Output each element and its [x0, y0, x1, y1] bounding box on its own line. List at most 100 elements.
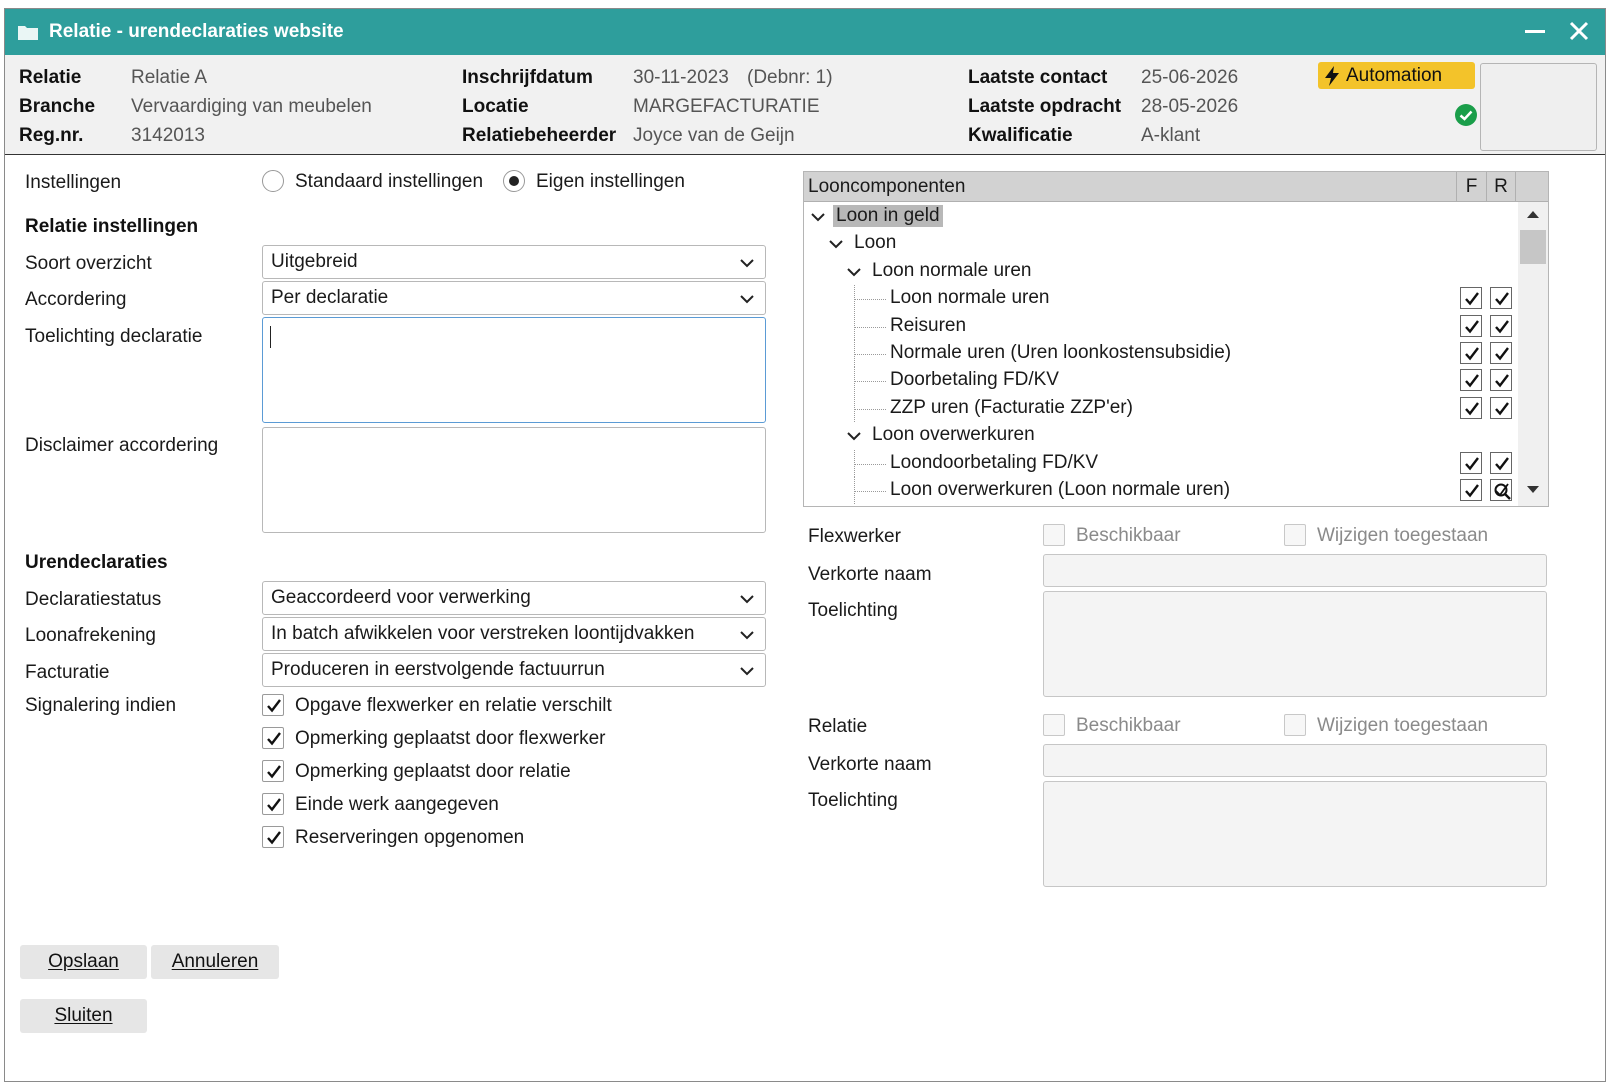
- tree-connector: [854, 381, 886, 382]
- loonafrekening-label: Loonafrekening: [25, 625, 156, 646]
- checkmark-icon: [1465, 292, 1479, 306]
- tree-connector: [854, 464, 886, 465]
- tree-r-checkbox[interactable]: [1490, 287, 1512, 309]
- tree-r-checkbox[interactable]: [1490, 315, 1512, 337]
- tree-row[interactable]: Loon overwerkuren (Loon normale uren): [804, 477, 1516, 504]
- scroll-up-icon[interactable]: [1525, 208, 1541, 220]
- signalering-checkbox[interactable]: [262, 760, 284, 782]
- chevron-down-icon[interactable]: [846, 264, 862, 280]
- search-check-icon: [1494, 483, 1511, 500]
- signalering-checkbox[interactable]: [262, 793, 284, 815]
- tree-r-checkbox[interactable]: [1490, 369, 1512, 391]
- tree-f-checkbox[interactable]: [1460, 342, 1482, 364]
- close-window-button[interactable]: [1565, 17, 1593, 45]
- tree-scrollbar[interactable]: [1518, 202, 1548, 506]
- soort-overzicht-select[interactable]: Uitgebreid: [262, 245, 766, 279]
- branche-value: Vervaardiging van meubelen: [131, 96, 372, 117]
- scroll-down-icon[interactable]: [1525, 484, 1541, 496]
- standaard-instellingen-label: Standaard instellingen: [295, 171, 484, 192]
- tree-column-f[interactable]: F: [1456, 172, 1486, 202]
- relatie-verkorte-naam-input[interactable]: [1043, 744, 1547, 777]
- checkmark-icon: [267, 831, 281, 845]
- signalering-checkbox[interactable]: [262, 694, 284, 716]
- tree-f-checkbox[interactable]: [1460, 287, 1482, 309]
- tree-connector: [854, 313, 855, 340]
- relatiebeheerder-label: Relatiebeheerder: [462, 125, 617, 146]
- cancel-button[interactable]: Annuleren: [151, 945, 279, 979]
- tree-r-checkbox[interactable]: [1490, 479, 1512, 501]
- signalering-checkbox[interactable]: [262, 826, 284, 848]
- flexwerker-toelichting-textarea[interactable]: [1043, 591, 1547, 697]
- tree-row-label: Loon: [854, 232, 897, 253]
- tree-r-checkbox[interactable]: [1490, 342, 1512, 364]
- tree-r-checkbox[interactable]: [1490, 452, 1512, 474]
- disclaimer-accordering-textarea[interactable]: [262, 427, 766, 533]
- relatie-label: Relatie: [19, 67, 82, 88]
- tree-row[interactable]: Loon normale uren: [804, 285, 1516, 312]
- relatiebeheerder-value: Joyce van de Geijn: [633, 125, 795, 146]
- declaratiestatus-select[interactable]: Geaccordeerd voor verwerking: [262, 581, 766, 615]
- tree-connector: [854, 450, 855, 477]
- minimize-button[interactable]: [1521, 19, 1549, 43]
- tree-connector: [854, 491, 886, 492]
- chevron-down-icon[interactable]: [810, 209, 826, 225]
- tree-r-checkbox[interactable]: [1490, 397, 1512, 419]
- title-bar[interactable]: Relatie - urendeclaraties website: [5, 9, 1605, 55]
- accordering-select[interactable]: Per declaratie: [262, 281, 766, 315]
- tree-f-checkbox[interactable]: [1460, 479, 1482, 501]
- tree-row[interactable]: Doorbetaling FD/KV: [804, 367, 1516, 394]
- tree-f-checkbox[interactable]: [1460, 452, 1482, 474]
- radio-standaard-instellingen[interactable]: [262, 170, 284, 192]
- tree-row[interactable]: Loondoorbetaling FD/KV: [804, 450, 1516, 477]
- tree-f-checkbox[interactable]: [1460, 369, 1482, 391]
- toelichting-declaratie-textarea[interactable]: [262, 317, 766, 423]
- facturatie-value: Produceren in eerstvolgende factuurrun: [271, 659, 605, 680]
- relatie-wijzigen-checkbox[interactable]: [1284, 714, 1306, 736]
- scroll-thumb[interactable]: [1520, 230, 1546, 264]
- laatste-opdracht-label: Laatste opdracht: [968, 96, 1122, 117]
- automation-badge[interactable]: Automation: [1318, 62, 1475, 89]
- declaratiestatus-label: Declaratiestatus: [25, 589, 162, 610]
- relatie-verkorte-naam-label: Verkorte naam: [808, 754, 932, 775]
- signalering-label-item: Opmerking geplaatst door flexwerker: [295, 728, 606, 749]
- tree-column-r[interactable]: R: [1486, 172, 1516, 202]
- chevron-down-icon: [740, 259, 754, 268]
- tree-row[interactable]: Normale uren (Uren loonkostensubsidie): [804, 340, 1516, 367]
- tree-row[interactable]: Loon normale uren: [804, 258, 1516, 285]
- tree-f-checkbox[interactable]: [1460, 397, 1482, 419]
- tree-row[interactable]: Reisuren: [804, 313, 1516, 340]
- checkmark-icon: [267, 765, 281, 779]
- soort-overzicht-label: Soort overzicht: [25, 253, 152, 274]
- tree-row[interactable]: Loon: [804, 230, 1516, 257]
- tree-row[interactable]: ZZP uren (Facturatie ZZP'er): [804, 395, 1516, 422]
- loonafrekening-select[interactable]: In batch afwikkelen voor verstreken loon…: [262, 617, 766, 651]
- facturatie-select[interactable]: Produceren in eerstvolgende factuurrun: [262, 653, 766, 687]
- looncomponenten-tree[interactable]: Looncomponenten F R Loon in geld Loon Loon…: [803, 171, 1549, 507]
- chevron-down-icon[interactable]: [846, 428, 862, 444]
- check-circle-icon: [1454, 103, 1478, 127]
- flexwerker-verkorte-naam-input[interactable]: [1043, 554, 1547, 587]
- tree-connector: [854, 327, 886, 328]
- declaratiestatus-value: Geaccordeerd voor verwerking: [271, 587, 531, 608]
- tree-f-checkbox[interactable]: [1460, 315, 1482, 337]
- flexwerker-wijzigen-checkbox[interactable]: [1284, 524, 1306, 546]
- relation-photo[interactable]: [1480, 63, 1597, 151]
- radio-eigen-instellingen[interactable]: [503, 170, 525, 192]
- window-title: Relatie - urendeclaraties website: [49, 21, 344, 42]
- close-button[interactable]: Sluiten: [20, 999, 147, 1033]
- tree-row-label: Loon normale uren: [890, 287, 1050, 308]
- signalering-label-item: Einde werk aangegeven: [295, 794, 499, 815]
- tree-row[interactable]: Loon overwerkuren: [804, 422, 1516, 449]
- checkmark-icon: [1495, 402, 1509, 416]
- checkmark-icon: [1465, 484, 1479, 498]
- flexwerker-beschikbaar-checkbox[interactable]: [1043, 524, 1065, 546]
- save-button[interactable]: Opslaan: [20, 945, 147, 979]
- checkmark-icon: [1495, 374, 1509, 388]
- tree-row[interactable]: Loon in geld: [804, 203, 1516, 230]
- locatie-label: Locatie: [462, 96, 529, 117]
- signalering-checkbox[interactable]: [262, 727, 284, 749]
- chevron-down-icon[interactable]: [828, 236, 844, 252]
- relatie-beschikbaar-checkbox[interactable]: [1043, 714, 1065, 736]
- relatie-toelichting-textarea[interactable]: [1043, 781, 1547, 887]
- debnr-value: (Debnr: 1): [747, 67, 833, 88]
